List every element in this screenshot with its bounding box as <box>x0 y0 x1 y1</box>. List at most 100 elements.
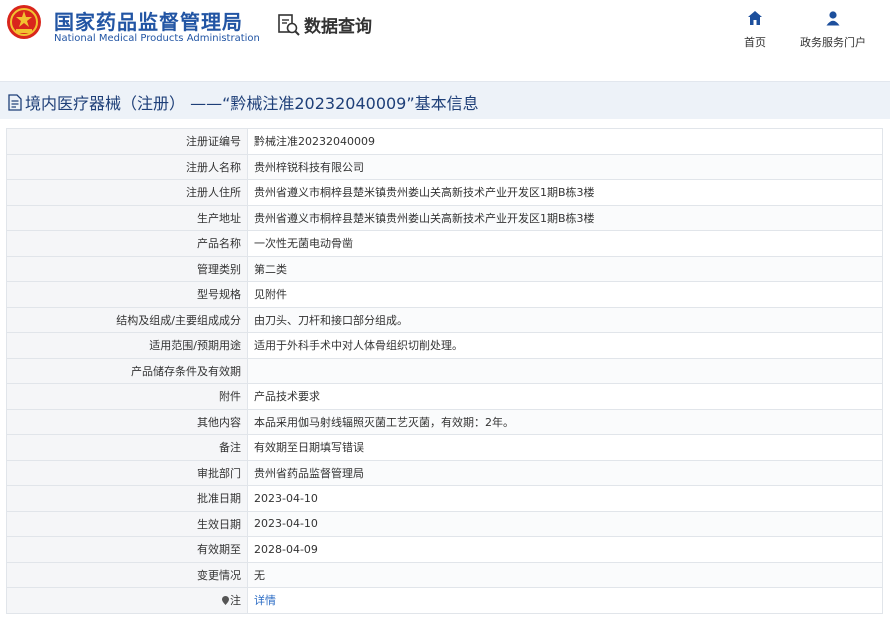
document-search-icon <box>278 13 300 36</box>
pin-icon <box>222 596 229 606</box>
nav-service-portal-label: 政务服务门户 <box>800 36 866 49</box>
table-row: 变更情况无 <box>6 561 883 588</box>
device-info-table: 注册证编号 黔械注准20232040009 注册人名称 贵州梓锐科技有限公司 注册人住所… <box>6 128 883 614</box>
field-value: 产品技术要求 <box>247 383 883 410</box>
field-label-text: 审批部门 <box>197 466 241 480</box>
field-label-text: 备注 <box>219 441 241 455</box>
field-label-text: 管理类别 <box>197 262 241 276</box>
field-value-text: 由刀头、刀杆和接口部分组成。 <box>254 313 408 327</box>
field-value-text: 贵州省药品监督管理局 <box>254 466 364 480</box>
field-label: 注 <box>6 587 248 614</box>
table-row: 管理类别 第二类 <box>6 255 883 282</box>
field-value-text: 贵州梓锐科技有限公司 <box>254 160 364 174</box>
field-value: 第二类 <box>247 255 883 282</box>
field-value: 无 <box>247 561 883 588</box>
table-row: 注详情 <box>6 587 883 614</box>
field-value: 2028-04-09 <box>247 536 883 563</box>
field-label-text: 注册人名称 <box>186 160 241 174</box>
nav-home-label: 首页 <box>744 36 766 49</box>
field-label: 结构及组成/主要组成成分 <box>6 306 248 333</box>
field-label: 备注 <box>6 434 248 461</box>
site-header: 国家药品监督管理局 National Medical Products Admi… <box>0 0 890 66</box>
field-label: 适用范围/预期用途 <box>6 332 248 359</box>
field-value: 由刀头、刀杆和接口部分组成。 <box>247 306 883 333</box>
table-row: 生产地址 贵州省遵义市桐梓县楚米镇贵州娄山关高新技术产业开发区1期B栋3楼 <box>6 204 883 231</box>
table-row: 注册人名称 贵州梓锐科技有限公司 <box>6 153 883 180</box>
home-icon <box>748 11 762 25</box>
table-row: 型号规格 见附件 <box>6 281 883 308</box>
field-value <box>247 357 883 384</box>
field-label-text: 注 <box>230 594 241 608</box>
field-value: 2023-04-10 <box>247 510 883 537</box>
field-label-text: 其他内容 <box>197 415 241 429</box>
table-row: 结构及组成/主要组成成分 由刀头、刀杆和接口部分组成。 <box>6 306 883 333</box>
field-value-text: 有效期至日期填写错误 <box>254 441 364 455</box>
field-label: 注册人名称 <box>6 153 248 180</box>
user-icon <box>826 11 840 26</box>
field-value: 一次性无菌电动骨凿 <box>247 230 883 257</box>
field-value-text: 贵州省遵义市桐梓县楚米镇贵州娄山关高新技术产业开发区1期B栋3楼 <box>254 186 595 200</box>
document-icon <box>8 93 22 111</box>
field-label-text: 批准日期 <box>197 492 241 506</box>
national-emblem-logo <box>7 5 41 39</box>
field-value: 贵州省遵义市桐梓县楚米镇贵州娄山关高新技术产业开发区1期B栋3楼 <box>247 204 883 231</box>
table-row: 产品名称 一次性无菌电动骨凿 <box>6 230 883 257</box>
field-value-text: 本品采用伽马射线辐照灭菌工艺灭菌，有效期：2年。 <box>254 415 514 429</box>
field-label-text: 产品名称 <box>197 237 241 251</box>
field-label-text: 变更情况 <box>197 568 241 582</box>
field-value-text: 第二类 <box>254 262 287 276</box>
field-label: 生产地址 <box>6 204 248 231</box>
field-label: 其他内容 <box>6 408 248 435</box>
field-label: 注册人住所 <box>6 179 248 206</box>
field-value: 有效期至日期填写错误 <box>247 434 883 461</box>
data-query-link[interactable]: 数据查询 <box>278 12 372 37</box>
table-row: 适用范围/预期用途 适用于外科手术中对人体骨组织切削处理。 <box>6 332 883 359</box>
table-row: 注册人住所 贵州省遵义市桐梓县楚米镇贵州娄山关高新技术产业开发区1期B栋3楼 <box>6 179 883 206</box>
field-label-text: 适用范围/预期用途 <box>149 339 241 353</box>
field-value-text: 2028-04-09 <box>254 542 318 556</box>
field-label-text: 型号规格 <box>197 288 241 302</box>
field-label: 有效期至 <box>6 536 248 563</box>
table-row: 备注 有效期至日期填写错误 <box>6 434 883 461</box>
field-label: 生效日期 <box>6 510 248 537</box>
field-value: 适用于外科手术中对人体骨组织切削处理。 <box>247 332 883 359</box>
table-row: 附件 产品技术要求 <box>6 383 883 410</box>
field-value-text: 一次性无菌电动骨凿 <box>254 237 353 251</box>
table-row: 其他内容 本品采用伽马射线辐照灭菌工艺灭菌，有效期：2年。 <box>6 408 883 435</box>
field-label: 审批部门 <box>6 459 248 486</box>
field-value-text: 2023-04-10 <box>254 491 318 505</box>
field-value: 见附件 <box>247 281 883 308</box>
field-label-text: 生产地址 <box>197 211 241 225</box>
field-label-text: 注册证编号 <box>186 135 241 149</box>
field-value: 黔械注准20232040009 <box>247 128 883 155</box>
field-value-text: 适用于外科手术中对人体骨组织切削处理。 <box>254 339 463 353</box>
field-value: 本品采用伽马射线辐照灭菌工艺灭菌，有效期：2年。 <box>247 408 883 435</box>
field-value: 贵州省遵义市桐梓县楚米镇贵州娄山关高新技术产业开发区1期B栋3楼 <box>247 179 883 206</box>
field-label-text: 产品储存条件及有效期 <box>131 364 241 378</box>
field-label-text: 结构及组成/主要组成成分 <box>116 313 241 327</box>
nav-home[interactable]: 首页 <box>737 10 773 50</box>
field-value-text: 贵州省遵义市桐梓县楚米镇贵州娄山关高新技术产业开发区1期B栋3楼 <box>254 211 595 225</box>
field-label: 变更情况 <box>6 561 248 588</box>
field-value-text: 无 <box>254 568 265 582</box>
page-title: 境内医疗器械（注册） ——“黔械注准20232040009”基本信息 <box>8 90 479 114</box>
title-band: 境内医疗器械（注册） ——“黔械注准20232040009”基本信息 <box>0 81 890 119</box>
field-label: 批准日期 <box>6 485 248 512</box>
field-label: 附件 <box>6 383 248 410</box>
table-row: 有效期至 2028-04-09 <box>6 536 883 563</box>
nav-service-portal[interactable]: 政务服务门户 <box>795 10 871 50</box>
table-row: 注册证编号 黔械注准20232040009 <box>6 128 883 155</box>
field-value: 2023-04-10 <box>247 485 883 512</box>
field-label: 型号规格 <box>6 281 248 308</box>
table-row: 审批部门 贵州省药品监督管理局 <box>6 459 883 486</box>
field-label-text: 附件 <box>219 390 241 404</box>
field-value: 贵州梓锐科技有限公司 <box>247 153 883 180</box>
table-row: 批准日期 2023-04-10 <box>6 485 883 512</box>
data-query-label: 数据查询 <box>304 17 372 37</box>
org-name-cn: 国家药品监督管理局 <box>54 10 243 34</box>
details-link[interactable]: 详情 <box>254 594 276 607</box>
field-label: 产品名称 <box>6 230 248 257</box>
field-label-text: 有效期至 <box>197 543 241 557</box>
field-label-text: 注册人住所 <box>186 186 241 200</box>
field-label: 产品储存条件及有效期 <box>6 357 248 384</box>
